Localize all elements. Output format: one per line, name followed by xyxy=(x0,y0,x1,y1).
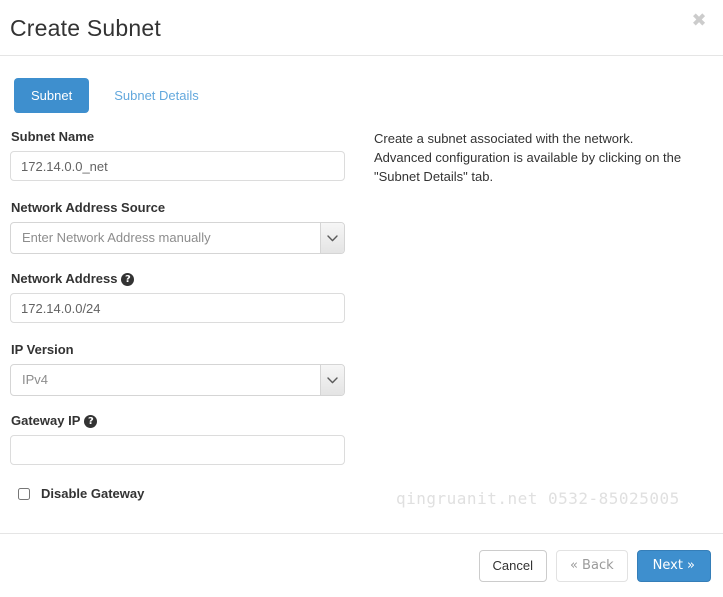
create-subnet-modal: { "modal": { "title": "Create Subnet", "… xyxy=(0,0,723,597)
page-title: Create Subnet xyxy=(10,15,161,41)
close-icon[interactable]: ✖ xyxy=(686,8,712,34)
chevron-down-icon xyxy=(320,365,344,395)
help-text: Create a subnet associated with the netw… xyxy=(374,131,682,184)
gateway-ip-input[interactable] xyxy=(10,435,345,465)
subnet-name-label: Subnet Name xyxy=(11,129,95,144)
footer-buttons: Cancel « Back Next » xyxy=(478,550,711,582)
disable-gateway-label[interactable]: Disable Gateway xyxy=(41,486,144,502)
field-gateway-ip: Gateway IP? xyxy=(10,413,345,465)
modal-header: Create Subnet ✖ xyxy=(0,0,723,56)
ip-version-label: IP Version xyxy=(11,342,74,357)
disable-gateway-row: Disable Gateway xyxy=(10,486,144,502)
help-icon[interactable]: ? xyxy=(121,273,135,286)
tab-subnet-details[interactable]: Subnet Details xyxy=(97,78,216,113)
network-address-input[interactable] xyxy=(10,293,345,323)
next-button[interactable]: Next » xyxy=(636,550,711,582)
network-address-source-label: Network Address Source xyxy=(11,200,166,215)
tab-bar: Subnet Subnet Details xyxy=(14,78,216,113)
field-network-address-source: Network Address Source Enter Network Add… xyxy=(10,200,345,254)
field-network-address: Network Address? xyxy=(10,271,345,323)
network-address-label: Network Address? xyxy=(11,271,345,287)
gateway-ip-label-text: Gateway IP xyxy=(11,413,81,428)
disable-gateway-checkbox[interactable] xyxy=(18,488,30,500)
modal-body: Subnet Name Network Address Source Enter… xyxy=(0,120,723,533)
watermark: qingruanit.net 0532-85025005 xyxy=(396,489,680,508)
back-button[interactable]: « Back xyxy=(555,550,628,582)
ip-version-select[interactable]: IPv4 xyxy=(10,364,345,396)
field-subnet-name: Subnet Name xyxy=(10,129,345,181)
chevron-down-icon xyxy=(320,223,344,253)
network-address-label-text: Network Address xyxy=(11,271,118,286)
field-ip-version: IP Version IPv4 xyxy=(10,342,345,396)
cancel-button[interactable]: Cancel xyxy=(478,550,547,582)
tab-subnet[interactable]: Subnet xyxy=(14,78,90,113)
network-address-source-value: Enter Network Address manually xyxy=(22,230,211,245)
network-address-source-select[interactable]: Enter Network Address manually xyxy=(10,222,345,254)
help-icon[interactable]: ? xyxy=(84,415,98,428)
ip-version-value: IPv4 xyxy=(22,372,49,387)
gateway-ip-label: Gateway IP? xyxy=(11,413,345,429)
subnet-name-input[interactable] xyxy=(10,151,345,181)
modal-footer: Cancel « Back Next » xyxy=(0,533,723,597)
